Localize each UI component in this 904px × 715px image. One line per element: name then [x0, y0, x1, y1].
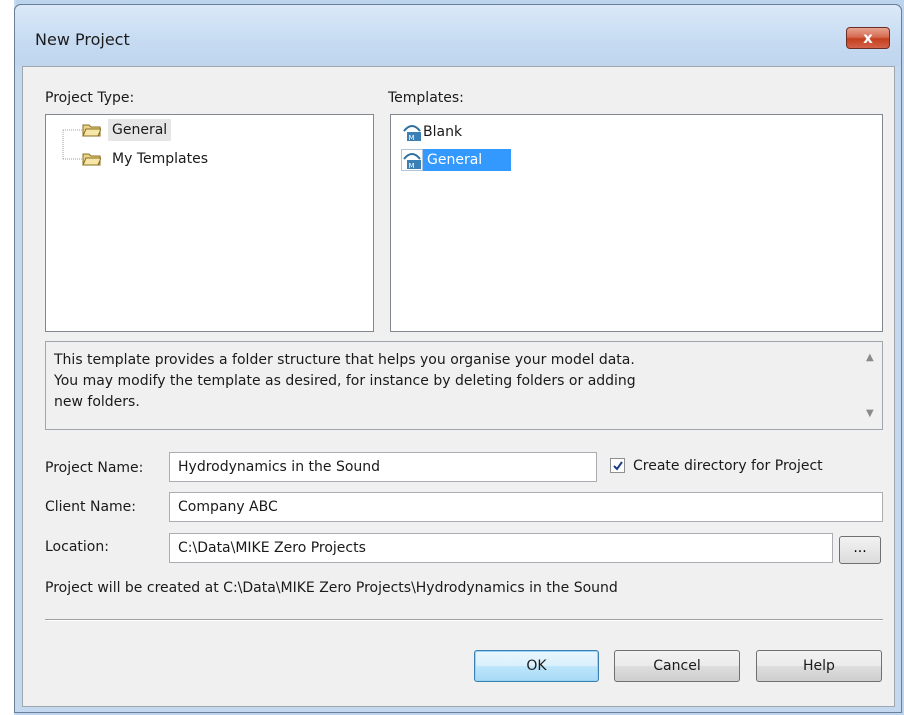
help-button[interactable]: Help — [756, 650, 882, 682]
tree-item-label: General — [108, 119, 172, 141]
title-bar[interactable] — [14, 4, 902, 66]
scroll-up-icon[interactable]: ▲ — [866, 352, 874, 363]
mike-zero-template-icon: M — [403, 125, 421, 142]
svg-text:M: M — [409, 162, 415, 170]
close-button[interactable]: x — [846, 27, 890, 49]
separator — [45, 619, 883, 621]
template-item-label: Blank — [423, 124, 463, 140]
window-background: New Project x Project Type: General My T… — [0, 0, 904, 715]
client-name-label: Client Name: — [45, 499, 136, 515]
mike-zero-template-icon: M — [401, 149, 423, 171]
project-type-label: Project Type: — [45, 90, 135, 106]
template-description: This template provides a folder structur… — [45, 341, 883, 430]
ok-button[interactable]: OK — [474, 650, 599, 682]
cancel-button[interactable]: Cancel — [614, 650, 740, 682]
location-input[interactable]: C:\Data\MIKE Zero Projects — [169, 533, 833, 563]
template-item-label: General — [423, 149, 511, 171]
close-icon: x — [863, 29, 873, 47]
templates-list[interactable]: M Blank M General — [390, 114, 883, 332]
project-name-input[interactable]: Hydrodynamics in the Sound — [169, 452, 597, 482]
create-directory-checkbox[interactable] — [610, 458, 625, 473]
checkmark-icon — [613, 461, 623, 471]
scroll-down-icon[interactable]: ▼ — [866, 408, 874, 419]
folder-icon — [82, 153, 101, 166]
project-type-tree[interactable]: General My Templates — [45, 114, 374, 332]
browse-button[interactable]: ... — [839, 536, 881, 564]
project-name-label: Project Name: — [45, 460, 144, 476]
location-label: Location: — [45, 539, 109, 555]
tree-item-label: My Templates — [112, 151, 208, 167]
templates-label: Templates: — [388, 90, 464, 106]
project-path-summary: Project will be created at C:\Data\MIKE … — [45, 580, 618, 596]
description-text: This template provides a folder structur… — [54, 352, 636, 410]
svg-text:M: M — [409, 134, 415, 142]
create-directory-label[interactable]: Create directory for Project — [633, 458, 823, 474]
client-name-input[interactable]: Company ABC — [169, 492, 883, 522]
folder-icon — [82, 124, 101, 137]
dialog-title: New Project — [35, 30, 130, 49]
